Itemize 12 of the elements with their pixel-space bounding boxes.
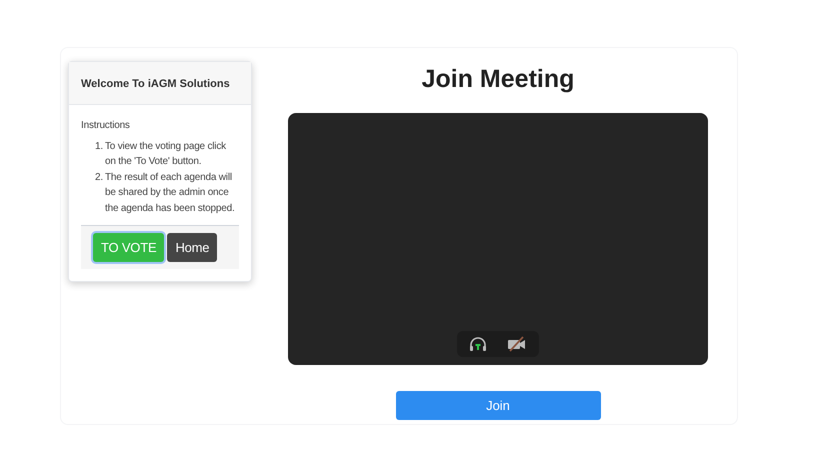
home-button[interactable]: Home	[167, 233, 218, 262]
vote-button[interactable]: TO VOTE	[93, 233, 164, 262]
step-text: The result of each agenda will be shared by the admin once the agenda has been stopped.	[105, 170, 236, 216]
card-title: Welcome To iAGM Solutions	[81, 78, 230, 90]
headphones-icon[interactable]	[469, 336, 487, 352]
camera-off-icon[interactable]	[507, 336, 527, 352]
join-button[interactable]: Join	[396, 391, 600, 420]
page-title: Join Meeting	[422, 64, 574, 95]
step-number: 1.	[94, 140, 103, 154]
instructions-heading: Instructions	[81, 119, 130, 133]
step-number: 2.	[94, 170, 103, 184]
step-text: To view the voting page click on the 'To Vote' button.	[105, 140, 227, 169]
